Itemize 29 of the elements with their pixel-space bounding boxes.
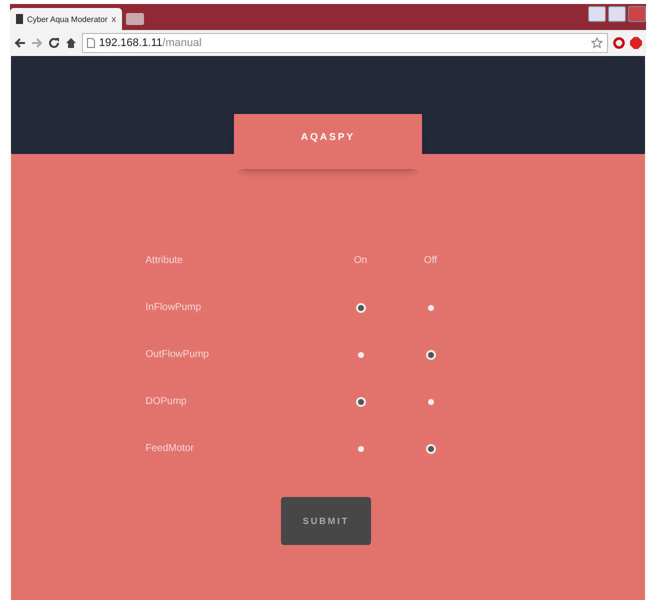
maximize-button[interactable] [608,6,626,22]
page-icon [16,14,23,24]
page-icon [87,38,95,48]
browser-tab[interactable]: Cyber Aqua Moderator x [10,8,122,30]
address-field[interactable]: 192.168.1.11/manual [82,33,608,53]
radio-button[interactable] [428,352,434,358]
column-header: On [352,254,368,267]
star-icon[interactable] [591,37,603,49]
stop-sign-icon[interactable] [630,37,642,49]
column-header: Attribute [146,254,184,267]
tab-close-button[interactable]: x [112,14,116,24]
brand-title: AQASPY [300,132,356,145]
tab-title: Cyber Aqua Moderator [27,14,108,24]
back-icon[interactable] [14,37,26,49]
attribute-label: FeedMotor [146,442,195,455]
reload-icon[interactable] [48,37,60,49]
attribute-label: OutFlowPump [146,348,210,361]
address-url: 192.168.1.11/manual [99,37,203,49]
submit-button[interactable]: SUBMIT [281,497,371,545]
minimize-button[interactable] [588,6,606,22]
forward-icon[interactable] [31,37,43,49]
radio-button[interactable] [358,304,364,310]
ring-icon[interactable] [613,37,625,49]
attribute-label: DOPump [146,395,188,408]
home-icon[interactable] [65,37,77,49]
radio-button[interactable] [358,398,364,404]
column-header: Off [422,254,438,267]
attribute-label: InFlowPump [146,301,202,314]
radio-button[interactable] [428,446,434,452]
